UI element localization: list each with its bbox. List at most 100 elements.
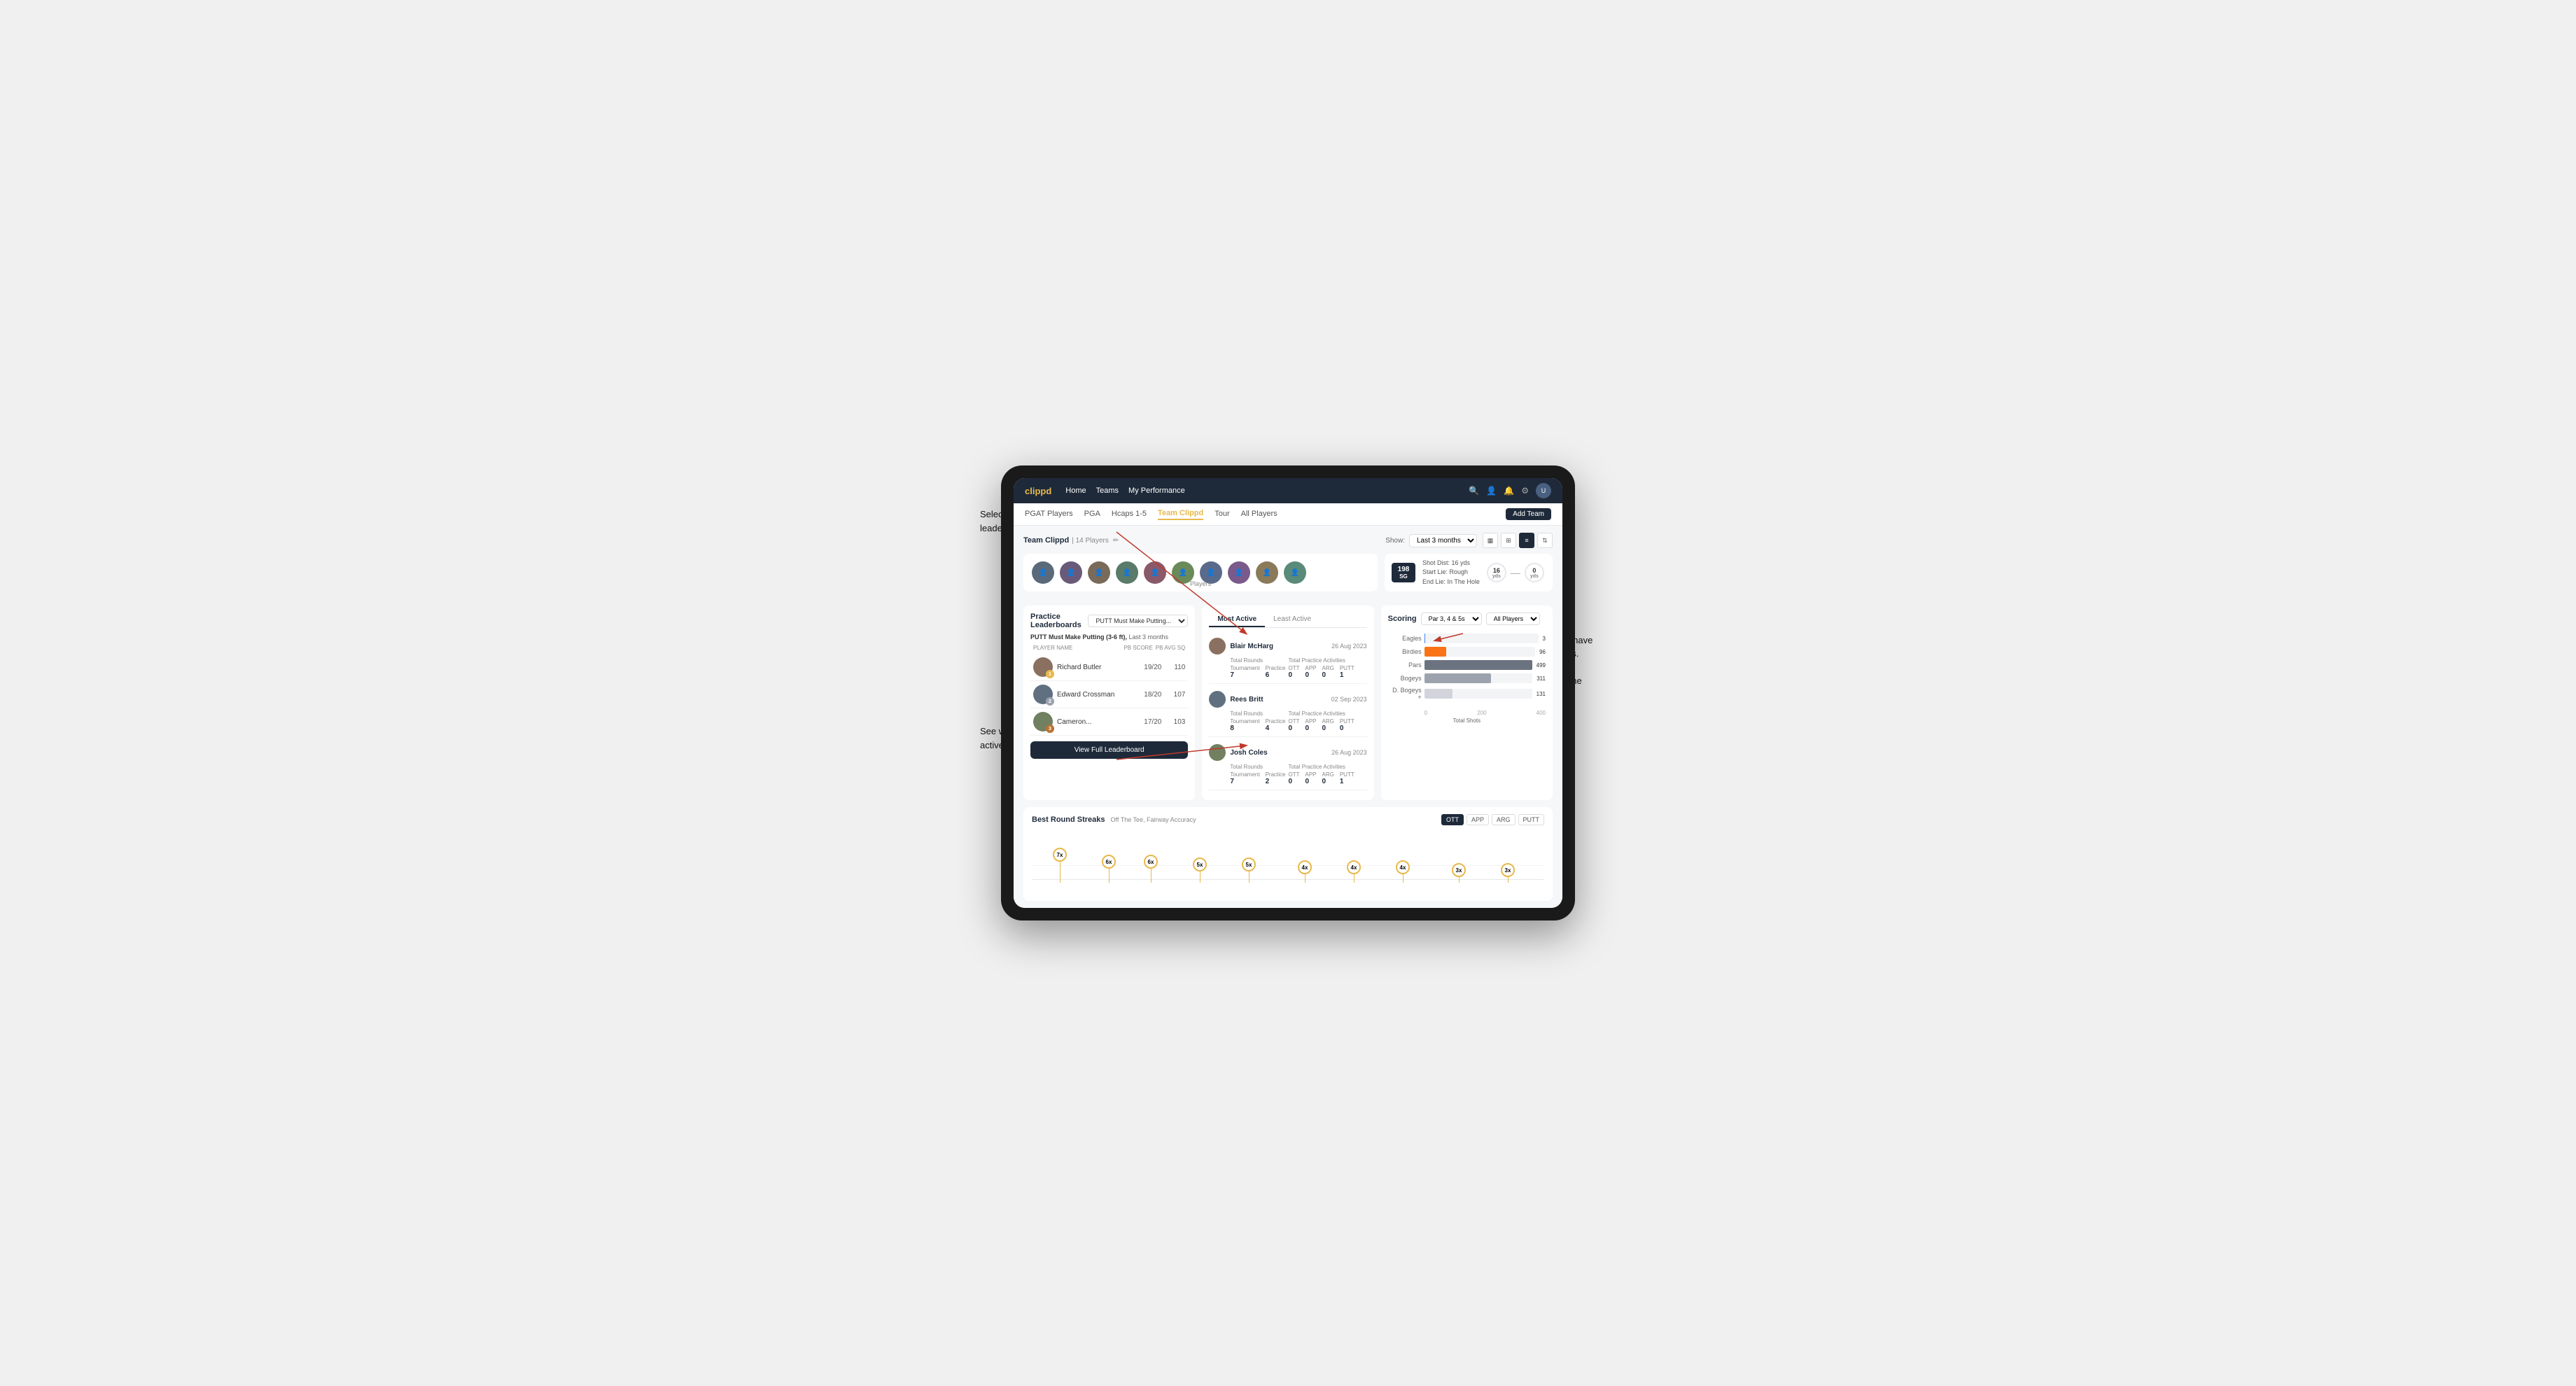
scoring-title: Scoring (1388, 615, 1417, 623)
bar-row-birdies: Birdies 96 (1388, 647, 1546, 657)
player-avatar[interactable]: 👤 (1116, 561, 1138, 584)
nav-link-performance[interactable]: My Performance (1128, 486, 1185, 495)
bs-filters: OTT APP ARG PUTT (1441, 814, 1544, 825)
lb-name-2: Edward Crossman (1057, 691, 1132, 699)
subnav-pga[interactable]: PGA (1084, 510, 1100, 519)
lb-score-1: 19/20 (1136, 664, 1161, 671)
players-label: Players (1190, 580, 1211, 587)
shot-dist-badge: 198 SG (1392, 563, 1415, 582)
scoring-par-filter[interactable]: Par 3, 4 & 5s (1421, 612, 1482, 625)
pa-date-2: 02 Sep 2023 (1331, 696, 1367, 703)
activity-row-3: Josh Coles 26 Aug 2023 Total Rounds Tour… (1209, 740, 1366, 790)
bell-icon[interactable]: 🔔 (1504, 486, 1514, 496)
bar-row-eagles: Eagles 3 (1388, 634, 1546, 643)
bar-chart: Eagles 3 Birdies (1388, 631, 1546, 707)
pa-activities-1: Total Practice Activities OTT0 APP0 ARG0… (1288, 657, 1366, 679)
activity-row-2: Rees Britt 02 Sep 2023 Total Rounds Tour… (1209, 687, 1366, 737)
view-full-leaderboard-button[interactable]: View Full Leaderboard (1030, 741, 1188, 759)
pa-rounds-2: Total Rounds Tournament8 Practice4 (1230, 710, 1285, 732)
bar-track-birdies (1424, 647, 1535, 657)
shot-info-card: 198 SG Shot Dist: 16 yds Start Lie: Roug… (1385, 554, 1553, 592)
view-sort[interactable]: ⇅ (1537, 533, 1553, 548)
nav-link-home[interactable]: Home (1065, 486, 1086, 495)
scoring-header: Scoring Par 3, 4 & 5s All Players (1388, 612, 1546, 625)
subnav: PGAT Players PGA Hcaps 1-5 Team Clippd T… (1014, 503, 1562, 526)
lb-row-2: 2 Edward Crossman 18/20 107 (1030, 681, 1188, 708)
player-avatar[interactable]: 👤 (1060, 561, 1082, 584)
settings-icon[interactable]: ⚙ (1521, 486, 1529, 496)
pa-avatar-1 (1209, 638, 1226, 654)
player-avatar[interactable]: 👤 (1032, 561, 1054, 584)
add-team-button[interactable]: Add Team (1506, 508, 1551, 520)
pa-date-1: 26 Aug 2023 (1331, 643, 1367, 650)
subnav-hcaps[interactable]: Hcaps 1-5 (1112, 510, 1147, 519)
bar-track-eagles (1424, 634, 1539, 643)
team-name: Team Clippd (1023, 536, 1069, 545)
lb-avatar-3: 3 (1033, 712, 1053, 732)
filter-app[interactable]: APP (1466, 814, 1489, 825)
scoring-player-filter[interactable]: All Players (1486, 612, 1540, 625)
player-avatar[interactable]: 👤 (1256, 561, 1278, 584)
subnav-pgat[interactable]: PGAT Players (1025, 510, 1073, 519)
view-grid-sm[interactable]: ▦ (1483, 533, 1498, 548)
pa-name-2: Rees Britt (1230, 696, 1326, 704)
brand-logo: clippd (1025, 486, 1051, 496)
chart-axis: 0 200 400 (1388, 710, 1546, 716)
page-wrapper: Select a practice drill and see the lead… (973, 424, 1603, 962)
search-icon[interactable]: 🔍 (1469, 486, 1479, 496)
filter-arg[interactable]: ARG (1492, 814, 1516, 825)
bs-title: Best Round Streaks (1032, 816, 1105, 824)
pa-header-2: Rees Britt 02 Sep 2023 (1209, 691, 1366, 708)
filter-putt[interactable]: PUTT (1518, 814, 1545, 825)
pa-stats-1: Total Rounds Tournament 7 Practice (1230, 657, 1366, 679)
pa-date-3: 26 Aug 2023 (1331, 749, 1367, 756)
subnav-team-clippd[interactable]: Team Clippd (1158, 509, 1203, 520)
edit-team-icon[interactable]: ✏ (1113, 537, 1119, 545)
rank-badge-3: 3 (1046, 724, 1054, 733)
bs-subtitle: Off The Tee, Fairway Accuracy (1111, 816, 1196, 823)
three-columns: Practice Leaderboards PUTT Must Make Put… (1023, 606, 1553, 800)
streak-point-4: 5x (1193, 858, 1207, 883)
player-avatar[interactable]: 👤 (1228, 561, 1250, 584)
show-period-select[interactable]: Last 3 months (1409, 534, 1477, 547)
player-avatar[interactable]: 👤 (1144, 561, 1166, 584)
streak-point-7: 4x (1347, 860, 1361, 883)
team-header: Team Clippd | 14 Players ✏ Show: Last 3 … (1023, 533, 1553, 548)
lb-row-3: 3 Cameron... 17/20 103 (1030, 708, 1188, 736)
pa-activities-3: Total Practice Activities OTT0 APP0 ARG0… (1288, 764, 1366, 785)
view-list[interactable]: ≡ (1519, 533, 1534, 548)
drill-select[interactable]: PUTT Must Make Putting... (1088, 615, 1188, 627)
streak-point-1: 7x (1053, 848, 1067, 883)
filter-ott[interactable]: OTT (1441, 814, 1464, 825)
tablet-screen: clippd Home Teams My Performance 🔍 👤 🔔 ⚙… (1014, 478, 1562, 908)
lb-title: Practice Leaderboards (1030, 612, 1082, 629)
shot-circle-1: 16 yds (1487, 563, 1506, 582)
streak-point-3: 6x (1144, 855, 1158, 883)
view-grid-lg[interactable]: ⊞ (1501, 533, 1516, 548)
subnav-all-players[interactable]: All Players (1241, 510, 1278, 519)
lb-column-headers: PLAYER NAME PB SCORE PB AVG SQ (1030, 645, 1188, 651)
player-avatar[interactable]: 👤 (1088, 561, 1110, 584)
lb-avatar-2: 2 (1033, 685, 1053, 704)
lb-name-3: Cameron... (1057, 718, 1132, 726)
pa-header-1: Blair McHarg 26 Aug 2023 (1209, 638, 1366, 654)
pa-activities-2: Total Practice Activities OTT0 APP0 ARG0… (1288, 710, 1366, 732)
pa-name-3: Josh Coles (1230, 749, 1327, 757)
user-icon[interactable]: 👤 (1486, 486, 1497, 496)
pa-avatar-3 (1209, 744, 1226, 761)
tab-least-active[interactable]: Least Active (1265, 612, 1320, 627)
subnav-tour[interactable]: Tour (1214, 510, 1229, 519)
avatar[interactable]: U (1536, 483, 1551, 498)
bar-row-dbogeys: D. Bogeys + 131 (1388, 687, 1546, 701)
bs-header: Best Round Streaks Off The Tee, Fairway … (1032, 814, 1544, 825)
tab-most-active[interactable]: Most Active (1209, 612, 1265, 627)
total-shots-label: Total Shots (1388, 718, 1546, 724)
pa-stats-3: Total Rounds Tournament7 Practice2 Total… (1230, 764, 1366, 785)
lb-name-1: Richard Butler (1057, 664, 1132, 671)
streak-chart-container: 7x 6x 6x 5x (1032, 831, 1544, 894)
shot-dash: — (1511, 567, 1520, 578)
player-avatar[interactable]: 👤 (1284, 561, 1306, 584)
pa-stats-2: Total Rounds Tournament8 Practice4 Total… (1230, 710, 1366, 732)
bar-track-dbogeys (1424, 689, 1532, 699)
nav-link-teams[interactable]: Teams (1096, 486, 1119, 495)
